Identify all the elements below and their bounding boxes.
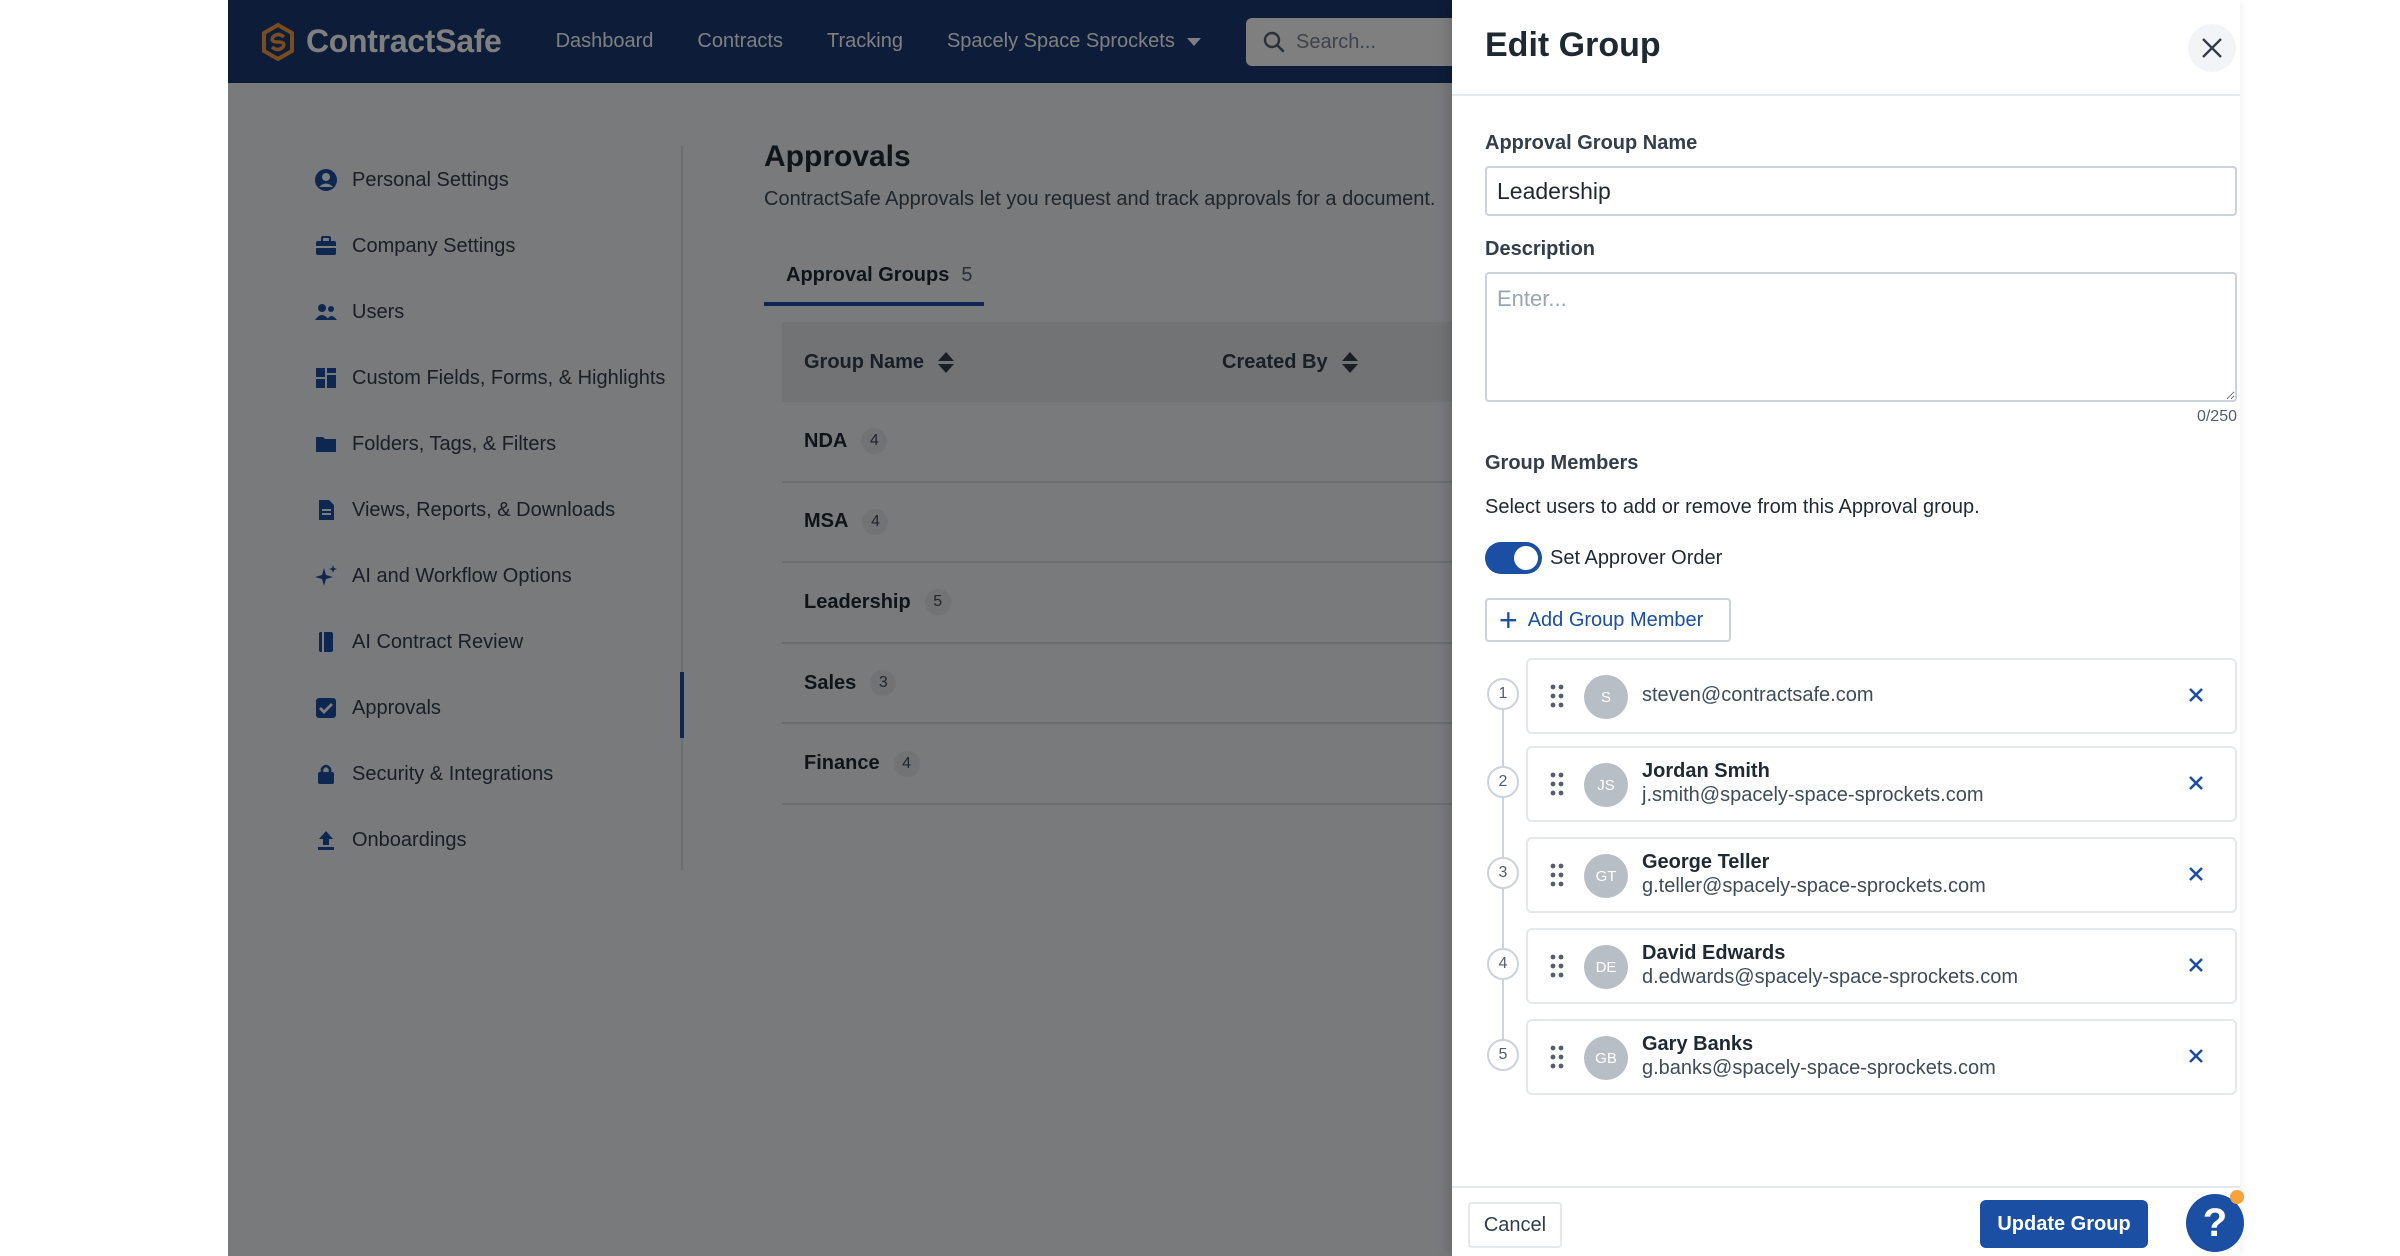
member-order-number: 5	[1487, 1039, 1519, 1071]
member-card: GB Gary Banks g.banks@spacely-space-spro…	[1526, 1019, 2237, 1095]
drag-handle-icon[interactable]	[1550, 863, 1564, 887]
member-name: George Teller	[1642, 851, 1770, 873]
update-group-button[interactable]: Update Group	[1980, 1200, 2148, 1248]
member-order-number: 2	[1487, 766, 1519, 798]
description-textarea[interactable]	[1485, 272, 2237, 402]
drawer-header: Edit Group	[1452, 0, 2240, 96]
remove-member-button[interactable]	[2183, 770, 2209, 796]
avatar: GB	[1584, 1036, 1628, 1080]
drag-handle-icon[interactable]	[1550, 1045, 1564, 1069]
member-item: 4 DE David Edwards d.edwards@spacely-spa…	[1485, 928, 2237, 1004]
remove-member-button[interactable]	[2183, 1043, 2209, 1069]
member-card: GT George Teller g.teller@spacely-space-…	[1526, 837, 2237, 913]
notification-dot	[2230, 1190, 2244, 1204]
group-name-input[interactable]	[1485, 166, 2237, 216]
member-email: d.edwards@spacely-space-sprockets.com	[1642, 966, 2019, 988]
member-email: g.banks@spacely-space-sprockets.com	[1642, 1057, 1996, 1079]
remove-member-button[interactable]	[2183, 682, 2209, 708]
close-icon	[2189, 958, 2203, 972]
plus-icon: +	[1499, 602, 1518, 638]
toggle-knob	[1514, 546, 1538, 570]
member-email: g.teller@spacely-space-sprockets.com	[1642, 875, 1986, 897]
group-name-label: Approval Group Name	[1485, 132, 1698, 154]
close-icon	[2189, 688, 2203, 702]
drag-handle-icon[interactable]	[1550, 684, 1564, 708]
remove-member-button[interactable]	[2183, 952, 2209, 978]
avatar: DE	[1584, 945, 1628, 989]
member-order-number: 1	[1487, 678, 1519, 710]
approver-order-row: Set Approver Order	[1485, 542, 1722, 574]
close-button[interactable]	[2188, 24, 2236, 72]
add-group-member-label: Add Group Member	[1527, 608, 1704, 631]
drag-handle-icon[interactable]	[1550, 772, 1564, 796]
member-item: 5 GB Gary Banks g.banks@spacely-space-sp…	[1485, 1019, 2237, 1095]
member-name: David Edwards	[1642, 942, 1786, 964]
close-icon	[2189, 1049, 2203, 1063]
character-count: 0/250	[2196, 408, 2237, 425]
edit-group-drawer: Edit Group Approval Group Name Descripti…	[1452, 0, 2244, 1256]
avatar: GT	[1584, 854, 1628, 898]
close-icon	[2202, 38, 2222, 58]
approver-order-label: Set Approver Order	[1550, 546, 1723, 569]
close-icon	[2189, 867, 2203, 881]
avatar: JS	[1584, 763, 1628, 807]
member-card: S steven@contractsafe.com	[1526, 658, 2237, 734]
member-item: 3 GT George Teller g.teller@spacely-spac…	[1485, 837, 2237, 913]
help-icon: ?	[2202, 1200, 2228, 1245]
drawer-footer: Cancel Update Group ?	[1452, 1186, 2244, 1256]
group-members-helper: Select users to add or remove from this …	[1485, 496, 1980, 518]
description-label: Description	[1485, 238, 1596, 260]
member-name: Gary Banks	[1642, 1033, 1754, 1055]
remove-member-button[interactable]	[2183, 861, 2209, 887]
group-members-label: Group Members	[1485, 452, 1639, 474]
approver-order-toggle[interactable]	[1485, 542, 1542, 574]
member-order-number: 3	[1487, 857, 1519, 889]
avatar: S	[1584, 675, 1628, 719]
member-email: j.smith@spacely-space-sprockets.com	[1642, 784, 1984, 806]
close-icon	[2189, 776, 2203, 790]
member-item: 2 JS Jordan Smith j.smith@spacely-space-…	[1485, 746, 2237, 822]
add-group-member-button[interactable]: + Add Group Member	[1485, 598, 1731, 642]
member-card: DE David Edwards d.edwards@spacely-space…	[1526, 928, 2237, 1004]
drag-handle-icon[interactable]	[1550, 954, 1564, 978]
member-name: Jordan Smith	[1642, 760, 1770, 782]
cancel-button[interactable]: Cancel	[1468, 1202, 1562, 1248]
member-item: 1 S steven@contractsafe.com	[1485, 658, 2237, 734]
member-order-number: 4	[1487, 948, 1519, 980]
member-email: steven@contractsafe.com	[1642, 684, 1874, 706]
drawer-title: Edit Group	[1485, 26, 1661, 64]
member-card: JS Jordan Smith j.smith@spacely-space-sp…	[1526, 746, 2237, 822]
